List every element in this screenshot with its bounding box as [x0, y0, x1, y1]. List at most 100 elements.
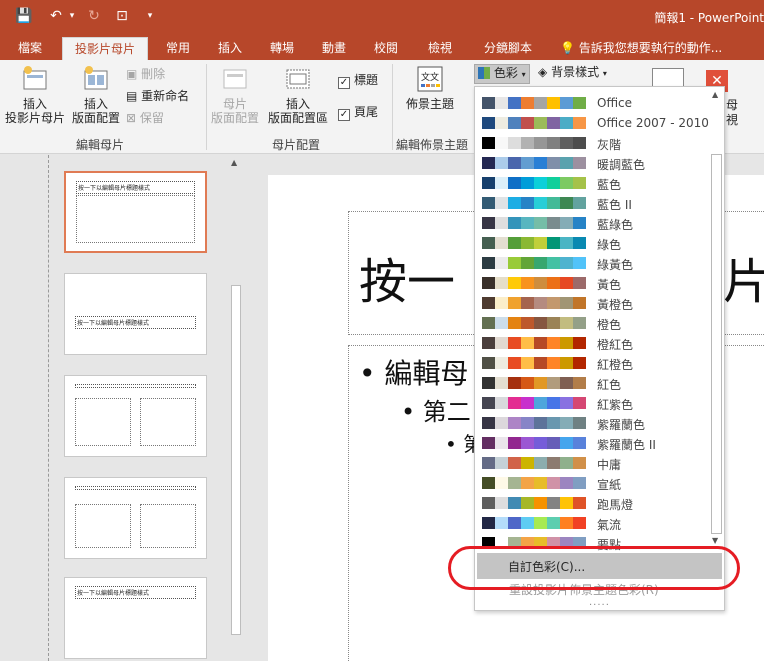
- title-checkbox[interactable]: ✓ 標題: [338, 72, 378, 89]
- color-swatch: [560, 357, 573, 369]
- color-swatch: [560, 257, 573, 269]
- color-scheme-item[interactable]: 藍色: [476, 173, 708, 193]
- color-scheme-item[interactable]: 紅橙色: [476, 353, 708, 373]
- slide-thumbnail[interactable]: 按一下以編輯母片標題樣式: [64, 577, 207, 659]
- color-scheme-item[interactable]: Office: [476, 93, 708, 113]
- footer-checkbox[interactable]: ✓ 頁尾: [338, 104, 378, 121]
- color-swatch: [508, 357, 521, 369]
- insert-placeholder-button[interactable]: 插入 版面配置區: [262, 64, 334, 125]
- color-swatch: [521, 277, 534, 289]
- color-scheme-label: 黃橙色: [597, 298, 634, 312]
- color-swatch: [560, 477, 573, 489]
- color-scheme-item[interactable]: 氣流: [476, 513, 708, 533]
- slide-thumbnail[interactable]: [64, 477, 207, 559]
- color-scheme-item[interactable]: 黃橙色: [476, 293, 708, 313]
- color-swatch: [547, 197, 560, 209]
- color-swatch: [534, 457, 547, 469]
- color-scheme-item[interactable]: 紫羅蘭色: [476, 413, 708, 433]
- insert-layout-button[interactable]: 插入 版面配置: [68, 64, 124, 125]
- color-scheme-item[interactable]: 暖調藍色: [476, 153, 708, 173]
- tab-storyboard[interactable]: 分鏡腳本: [476, 37, 540, 60]
- resize-grip[interactable]: .....: [589, 597, 610, 608]
- color-swatch: [547, 377, 560, 389]
- scroll-thumb[interactable]: [711, 154, 722, 534]
- color-swatch: [573, 357, 586, 369]
- color-swatch: [547, 337, 560, 349]
- color-swatch: [573, 437, 586, 449]
- color-swatch: [573, 277, 586, 289]
- undo-menu-icon[interactable]: ▾: [62, 6, 82, 26]
- color-swatch: [495, 477, 508, 489]
- color-scheme-item[interactable]: 紅紫色: [476, 393, 708, 413]
- color-scheme-item[interactable]: 紫羅蘭色 II: [476, 433, 708, 453]
- color-swatch: [495, 457, 508, 469]
- color-swatch: [560, 497, 573, 509]
- color-scheme-item[interactable]: 橙色: [476, 313, 708, 333]
- tell-me-search[interactable]: 💡 告訴我您想要執行的動作...: [560, 37, 722, 60]
- color-scheme-item[interactable]: 灰階: [476, 133, 708, 153]
- slide-thumbnail[interactable]: 按一下以編輯母片標題樣式: [64, 273, 207, 355]
- color-swatch: [547, 177, 560, 189]
- slide-thumbnail[interactable]: 按一下以編輯母片標題樣式: [64, 171, 207, 253]
- color-swatches: [482, 157, 586, 169]
- insert-slide-master-button[interactable]: 插入 投影片母片: [4, 64, 66, 125]
- color-swatch: [560, 277, 573, 289]
- tab-view[interactable]: 檢視: [420, 37, 460, 60]
- color-scheme-item[interactable]: 綠黃色: [476, 253, 708, 273]
- customize-qat-icon[interactable]: ▾: [140, 6, 160, 26]
- color-swatch: [573, 97, 586, 109]
- tab-home[interactable]: 常用: [158, 37, 198, 60]
- color-swatch: [508, 337, 521, 349]
- color-scheme-item[interactable]: 橙紅色: [476, 333, 708, 353]
- chevron-down-icon: ▾: [521, 70, 526, 79]
- scroll-down-icon[interactable]: ▼: [712, 536, 718, 545]
- color-scheme-item[interactable]: 宣紙: [476, 473, 708, 493]
- tab-review[interactable]: 校閱: [366, 37, 406, 60]
- tab-insert[interactable]: 插入: [210, 37, 250, 60]
- color-scheme-item[interactable]: 跑馬燈: [476, 493, 708, 513]
- color-scheme-item[interactable]: 藍色 II: [476, 193, 708, 213]
- scroll-up-icon[interactable]: ▲: [712, 90, 718, 99]
- color-swatch: [495, 517, 508, 529]
- color-swatches: [482, 317, 586, 329]
- color-swatches: [482, 97, 586, 109]
- color-swatch: [482, 97, 495, 109]
- slide-thumbnail[interactable]: [64, 375, 207, 457]
- color-scheme-item[interactable]: Office 2007 - 2010: [476, 113, 709, 133]
- placeholder-icon: [286, 69, 310, 89]
- tab-animations[interactable]: 動畫: [314, 37, 354, 60]
- save-icon[interactable]: 💾: [14, 6, 34, 26]
- present-from-start-icon[interactable]: ⊡: [112, 6, 132, 26]
- thumbnail-title: [75, 384, 196, 388]
- color-swatches: [482, 277, 586, 289]
- color-swatch: [495, 437, 508, 449]
- tab-transitions[interactable]: 轉場: [262, 37, 302, 60]
- color-swatch: [482, 297, 495, 309]
- color-swatch: [534, 117, 547, 129]
- dropdown-scrollbar[interactable]: ▲ ▼: [709, 88, 724, 548]
- color-scheme-item[interactable]: 黃色: [476, 273, 708, 293]
- tab-file[interactable]: 檔案: [8, 37, 52, 60]
- color-swatches: [482, 137, 586, 149]
- tab-slide-master[interactable]: 投影片母片: [62, 37, 148, 60]
- colors-button[interactable]: 色彩 ▾: [474, 64, 530, 84]
- color-swatches: [482, 117, 586, 129]
- color-swatches: [482, 497, 586, 509]
- background-styles-button[interactable]: ◈ 背景樣式 ▾: [538, 64, 607, 82]
- color-scheme-item[interactable]: 綠色: [476, 233, 708, 253]
- color-scheme-item[interactable]: 紅色: [476, 373, 708, 393]
- color-swatch: [495, 197, 508, 209]
- themes-button[interactable]: 文文 佈景主題: [398, 64, 462, 111]
- color-swatch: [482, 337, 495, 349]
- rename-button[interactable]: ▤ 重新命名: [126, 88, 189, 104]
- color-scheme-label: 藍色 II: [597, 198, 632, 212]
- color-swatches: [482, 457, 586, 469]
- color-swatch: [482, 417, 495, 429]
- thumbnail-scrollbar[interactable]: ▲: [228, 155, 244, 661]
- scroll-thumb[interactable]: [231, 285, 241, 635]
- color-scheme-item[interactable]: 中庸: [476, 453, 708, 473]
- color-swatches: [482, 397, 586, 409]
- scroll-up-icon[interactable]: ▲: [231, 158, 237, 167]
- color-swatch: [508, 137, 521, 149]
- color-scheme-item[interactable]: 藍綠色: [476, 213, 708, 233]
